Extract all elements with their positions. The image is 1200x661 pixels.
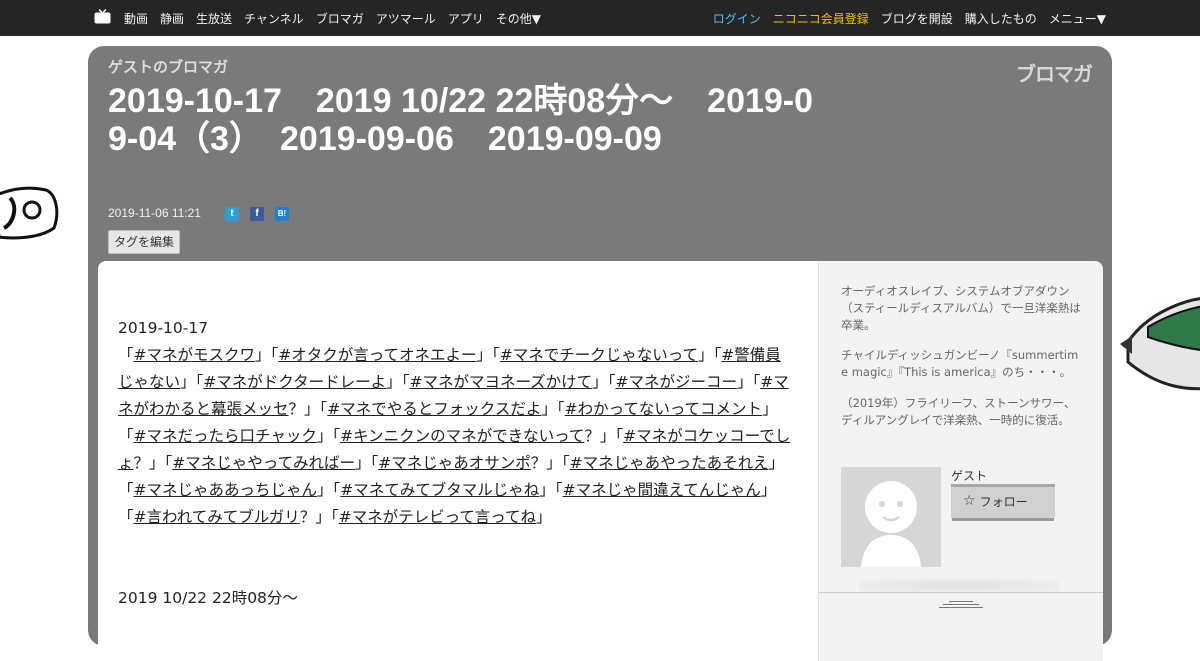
section-date: 2019-10-17	[118, 319, 209, 337]
sidebar-divider	[819, 592, 1103, 593]
profile-text-2: チャイルディッシュガンビーノ『summertime magic』『This is…	[841, 348, 1079, 379]
hashtag-link[interactable]: #マネでやるとフォックスだよ	[327, 400, 541, 418]
article-content: 2019-10-17 「#マネがモスクワ」「#オタクが言ってオネエよー」「#マネ…	[98, 261, 818, 661]
top-navbar: 動画 静画 生放送 チャンネル ブロマガ アツマール アプリ その他▼ ログイン…	[0, 0, 1200, 36]
nav-blomaga[interactable]: ブロマガ	[316, 10, 364, 27]
hashtag-link[interactable]: #マネじゃああっちじゃん	[134, 481, 318, 499]
twitter-icon[interactable]: t	[225, 207, 239, 221]
nav-other-dropdown[interactable]: その他▼	[496, 10, 541, 27]
open-blog-link[interactable]: ブログを開設	[881, 10, 953, 27]
hashtag-link[interactable]: #マネじゃあやったあそれえ	[570, 454, 769, 472]
nav-video[interactable]: 動画	[124, 10, 148, 27]
hashtag-link[interactable]: #マネがドクタードレーよ	[203, 373, 386, 391]
tag-edit-button[interactable]: タグを編集	[108, 230, 181, 254]
hashtag-link[interactable]: #マネてみてブタマルじゃね	[340, 481, 539, 499]
blog-panel: ゲストのブロマガ ブロマガ 2019-10-17 2019 10/22 22時0…	[88, 46, 1112, 661]
nav-live[interactable]: 生放送	[196, 10, 232, 27]
nav-left-menu: 動画 静画 生放送 チャンネル ブロマガ アツマール アプリ その他▼	[124, 0, 541, 36]
hashtag-link[interactable]: #マネがテレビって言ってね	[339, 508, 536, 526]
register-link[interactable]: ニコニコ会員登録	[773, 10, 869, 27]
hashtag-link[interactable]: #マネでチークじゃないって	[500, 346, 698, 364]
decorative-pencil-right	[1120, 297, 1200, 391]
article-body: 2019-10-17 「#マネがモスクワ」「#オタクが言ってオネエよー」「#マネ…	[118, 315, 792, 612]
niconico-tv-logo-icon[interactable]	[94, 9, 111, 24]
nav-app[interactable]: アプリ	[448, 10, 484, 27]
purchased-link[interactable]: 購入したもの	[965, 10, 1037, 27]
post-title: 2019-10-17 2019 10/22 22時08分〜 2019-09-04…	[108, 82, 814, 158]
hashtag-link[interactable]: #言われてみてブルガリ	[134, 508, 300, 526]
hashtag-link[interactable]: #わかってないってコメント	[565, 400, 762, 418]
tag-paragraph: 「#マネがモスクワ」「#オタクが言ってオネエよー」「#マネでチークじゃないって」…	[118, 346, 791, 526]
avatar[interactable]	[841, 467, 941, 567]
section-date-2: 2019 10/22 22時08分〜	[118, 589, 298, 607]
sidebar-scroll-handle-icon[interactable]	[939, 599, 983, 610]
profile-text-3: （2019年）フライリーフ、ストーンサワー、ディルアングレイで洋楽熱、一時的に復…	[841, 396, 1076, 427]
hashtag-link[interactable]: #キンニクンのマネができないって	[340, 427, 584, 445]
hashtag-link[interactable]: #マネがモスクワ	[134, 346, 256, 364]
nav-seiga[interactable]: 静画	[160, 10, 184, 27]
nav-right-menu: ログイン ニコニコ会員登録 ブログを開設 購入したもの メニュー▼	[713, 0, 1106, 36]
blomaga-logo[interactable]: ブロマガ	[1016, 58, 1093, 87]
hashtag-link[interactable]: #マネがマヨネーズかけて	[409, 373, 592, 391]
star-icon: ☆	[963, 493, 976, 509]
menu-dropdown[interactable]: メニュー▼	[1049, 10, 1106, 27]
sidebar-shadow	[859, 579, 1059, 593]
hashtag-link[interactable]: #マネがジーコー	[615, 373, 737, 391]
login-link[interactable]: ログイン	[713, 10, 761, 27]
hashtag-link[interactable]: #マネじゃやってみればー	[172, 454, 355, 472]
follow-button[interactable]: ☆ フォロー	[951, 484, 1055, 518]
hashtag-link[interactable]: #マネじゃ間違えてんじゃん	[563, 481, 761, 499]
post-date: 2019-11-06 11:21	[108, 206, 201, 220]
profile-sidebar: オーディオスレイブ、システムオブアダウン（スティールディスアルバム）で一旦洋楽熱…	[818, 261, 1103, 661]
profile-text-1: オーディオスレイブ、システムオブアダウン（スティールディスアルバム）で一旦洋楽熱…	[841, 284, 1081, 332]
follow-label: フォロー	[979, 494, 1028, 509]
hatena-bookmark-icon[interactable]: B!	[275, 207, 289, 221]
default-avatar-icon	[861, 481, 921, 567]
hashtag-link[interactable]: #オタクが言ってオネエよー	[278, 346, 476, 364]
hashtag-link[interactable]: #マネじゃあオサンポ	[378, 454, 531, 472]
nav-channel[interactable]: チャンネル	[244, 10, 304, 27]
decorative-mascot-left	[0, 186, 59, 240]
hashtag-link[interactable]: #マネだったら口チャック	[134, 427, 317, 445]
nav-atsumaru[interactable]: アツマール	[376, 10, 436, 27]
user-name[interactable]: ゲスト	[951, 467, 987, 484]
facebook-icon[interactable]: f	[250, 207, 264, 221]
blog-name[interactable]: ゲストのブロマガ	[108, 56, 228, 77]
